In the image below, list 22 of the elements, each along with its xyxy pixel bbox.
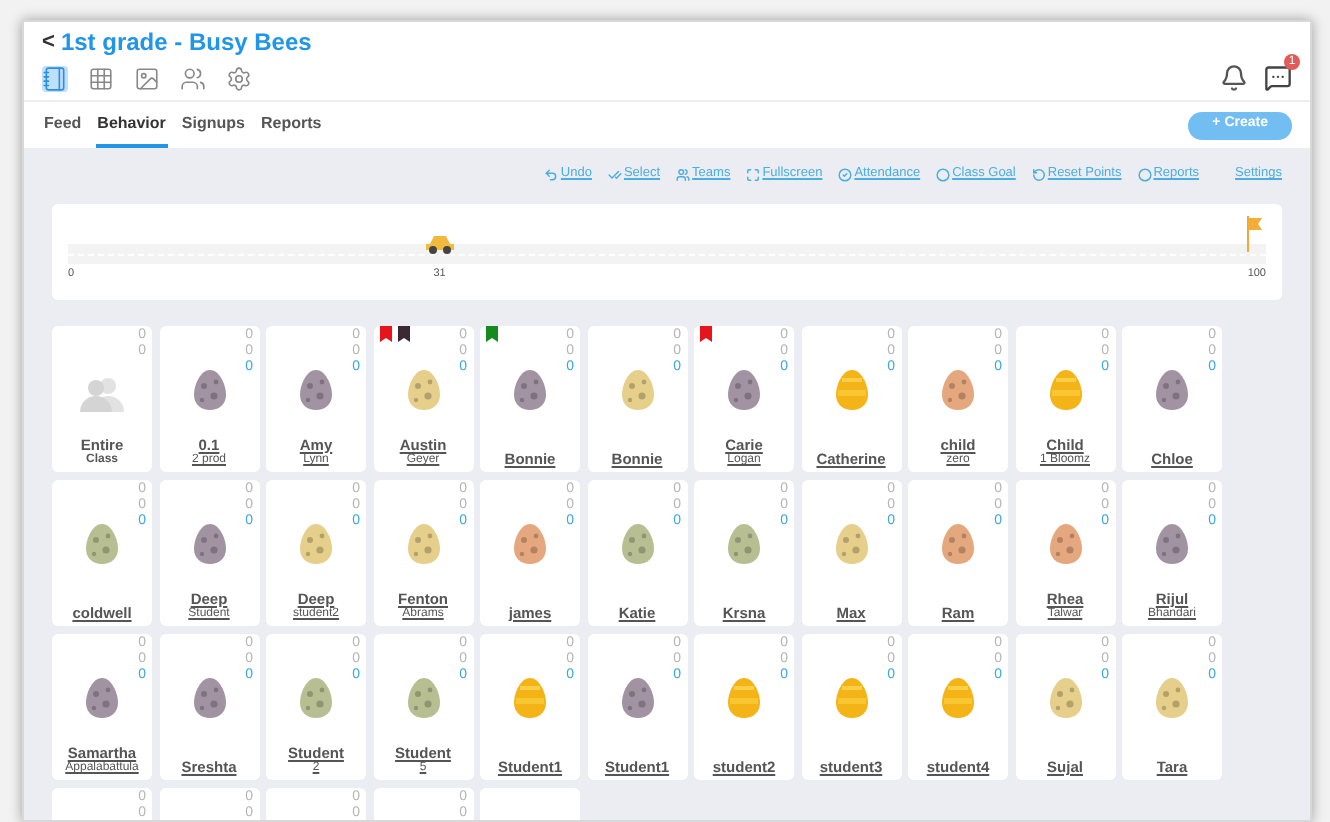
people-silhouette-icon [80,376,124,412]
check-circle-icon [838,167,853,181]
people-icon[interactable] [180,66,206,92]
reset-icon [1031,167,1046,181]
people-icon [676,167,691,181]
grid-icon[interactable] [88,66,114,92]
tab[interactable]: Signups [179,102,247,148]
notification-bell-icon[interactable] [1220,64,1248,92]
chat-icon[interactable] [1264,64,1292,92]
fullscreen-icon [746,167,761,181]
circle-icon [936,167,951,181]
image-icon[interactable] [134,66,160,92]
back-link[interactable]: < [42,25,55,59]
tab[interactable]: Feed [42,102,84,148]
undo-icon [544,167,559,181]
settings-icon[interactable] [226,66,252,92]
goal-flag-icon [1246,216,1262,252]
circle-icon [1137,167,1152,181]
class-title: 1st grade - Busy Bees [60,26,312,60]
double-check-icon [607,167,622,181]
notebook-icon[interactable] [42,66,68,92]
tab[interactable]: Reports [258,102,324,148]
